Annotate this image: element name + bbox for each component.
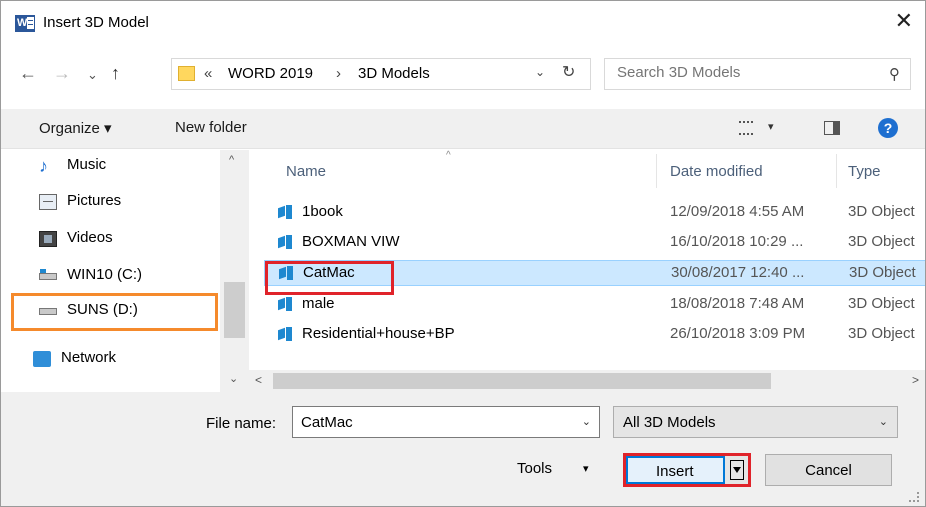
column-divider[interactable] — [656, 154, 657, 188]
file-type: 3D Object — [848, 233, 915, 250]
nav-item-videos[interactable]: Videos — [1, 224, 233, 256]
column-header-date-modified[interactable]: Date modified — [670, 163, 763, 180]
drive-icon — [39, 269, 57, 280]
resize-grip-icon[interactable] — [909, 492, 919, 502]
scroll-thumb[interactable] — [273, 373, 771, 389]
search-box[interactable]: ⚲ — [604, 58, 911, 90]
tools-dropdown-icon[interactable]: ▾ — [583, 462, 589, 475]
file-name: BOXMAN VIW — [302, 233, 400, 250]
file-date: 12/09/2018 4:55 AM — [670, 203, 805, 220]
nav-item-label: Network — [61, 349, 117, 366]
scroll-right-icon[interactable]: > — [912, 373, 919, 387]
file-type: 3D Object — [848, 203, 915, 220]
nav-item-network[interactable]: Network — [1, 344, 233, 376]
highlight-box-catmac — [265, 261, 394, 295]
refresh-icon[interactable]: ↻ — [562, 62, 575, 82]
file-name: Residential+house+BP — [302, 325, 455, 342]
3d-object-icon — [278, 297, 294, 311]
network-icon — [33, 351, 51, 367]
breadcrumb-overflow[interactable]: « — [204, 65, 212, 82]
file-type: 3D Object — [848, 325, 915, 342]
file-name: male — [302, 295, 335, 312]
music-icon: ♪ — [39, 156, 48, 176]
scroll-left-icon[interactable]: < — [255, 373, 262, 387]
highlight-box-drive — [11, 293, 218, 331]
file-row[interactable]: BOXMAN VIW 16/10/2018 10:29 ... 3D Objec… — [264, 230, 925, 254]
file-row[interactable]: 1book 12/09/2018 4:55 AM 3D Object — [264, 200, 925, 224]
view-dropdown-icon[interactable]: ▾ — [768, 120, 774, 133]
view-options-icon[interactable] — [739, 121, 753, 135]
file-date: 16/10/2018 10:29 ... — [670, 233, 804, 250]
nav-item-label: Videos — [67, 229, 113, 246]
pictures-icon — [39, 194, 57, 210]
preview-pane-icon[interactable] — [824, 121, 840, 135]
nav-item-pictures[interactable]: Pictures — [1, 187, 233, 219]
cancel-button[interactable]: Cancel — [765, 454, 892, 486]
tools-button[interactable]: Tools — [517, 460, 552, 477]
breadcrumb-3d-models[interactable]: 3D Models — [358, 65, 430, 82]
file-list: ^ Name Date modified Type 1book 12/09/20… — [256, 150, 925, 370]
forward-arrow-icon[interactable]: → — [53, 63, 71, 83]
file-type: 3D Object — [849, 264, 916, 281]
nav-item-win10-c[interactable]: WIN10 (C:) — [1, 261, 233, 293]
3d-object-icon — [278, 327, 294, 341]
3d-object-icon — [278, 205, 294, 219]
sort-indicator-icon: ^ — [446, 150, 451, 161]
dialog-title: Insert 3D Model — [43, 14, 149, 31]
new-folder-button[interactable]: New folder — [175, 119, 247, 136]
file-type-filter-value: All 3D Models — [623, 414, 716, 431]
navigation-pane: ♪ Music Pictures Videos WIN10 (C:) SUNS … — [1, 150, 249, 392]
insert-button-label: Insert — [656, 463, 694, 480]
file-date: 18/08/2018 7:48 AM — [670, 295, 805, 312]
chevron-down-icon[interactable]: ⌄ — [582, 415, 591, 428]
column-header-name[interactable]: Name — [286, 163, 326, 180]
file-row[interactable]: male 18/08/2018 7:48 AM 3D Object — [264, 292, 925, 316]
scroll-up-icon[interactable]: ^ — [229, 154, 234, 166]
insert-3d-model-dialog: W Insert 3D Model ✕ ← → ⌄ ↑ « WORD 2019 … — [0, 0, 926, 507]
scroll-thumb[interactable] — [224, 282, 245, 338]
help-icon[interactable]: ? — [878, 118, 898, 138]
breadcrumb-separator: › — [336, 65, 341, 82]
3d-object-icon — [278, 235, 294, 249]
insert-button[interactable]: Insert — [623, 453, 751, 487]
insert-button-face[interactable]: Insert — [626, 456, 725, 484]
nav-scrollbar[interactable]: ^ ⌄ — [220, 150, 249, 392]
back-arrow-icon[interactable]: ← — [19, 63, 37, 83]
horizontal-scrollbar[interactable]: < > — [249, 370, 925, 392]
insert-dropdown-icon[interactable] — [730, 460, 744, 480]
nav-item-label: Music — [67, 156, 107, 173]
nav-item-label: Pictures — [67, 192, 122, 209]
address-bar[interactable]: « WORD 2019 › 3D Models ⌄ ↻ — [171, 58, 591, 90]
recent-locations-icon[interactable]: ⌄ — [87, 65, 98, 85]
nav-item-music[interactable]: ♪ Music — [1, 151, 233, 183]
file-name-field[interactable]: CatMac ⌄ — [292, 406, 600, 438]
file-date: 30/08/2017 12:40 ... — [671, 264, 805, 281]
word-icon: W — [15, 15, 35, 32]
search-icon[interactable]: ⚲ — [889, 65, 900, 83]
file-date: 26/10/2018 3:09 PM — [670, 325, 806, 342]
title-bar: W Insert 3D Model ✕ — [1, 1, 925, 45]
close-icon[interactable]: ✕ — [895, 9, 913, 33]
nav-item-label: WIN10 (C:) — [67, 266, 142, 283]
address-dropdown-icon[interactable]: ⌄ — [535, 65, 545, 79]
file-type: 3D Object — [848, 295, 915, 312]
scroll-down-icon[interactable]: ⌄ — [229, 372, 238, 385]
dialog-footer: File name: CatMac ⌄ All 3D Models ⌄ Tool… — [1, 392, 925, 506]
videos-icon — [39, 231, 57, 247]
column-divider[interactable] — [836, 154, 837, 188]
up-arrow-icon[interactable]: ↑ — [111, 63, 120, 83]
file-name: 1book — [302, 203, 343, 220]
file-name-label: File name: — [206, 415, 277, 432]
organize-button[interactable]: Organize ▾ — [39, 119, 112, 137]
search-input[interactable] — [617, 64, 877, 81]
column-header-type[interactable]: Type — [848, 163, 881, 180]
file-type-filter[interactable]: All 3D Models ⌄ — [613, 406, 898, 438]
file-row[interactable]: Residential+house+BP 26/10/2018 3:09 PM … — [264, 322, 925, 346]
chevron-down-icon[interactable]: ⌄ — [879, 415, 888, 428]
breadcrumb-word-2019[interactable]: WORD 2019 — [228, 65, 313, 82]
toolbar: Organize ▾ New folder ▾ ? — [1, 109, 925, 149]
file-name-value: CatMac — [301, 414, 353, 431]
cancel-button-label: Cancel — [805, 462, 852, 479]
folder-icon — [178, 66, 195, 81]
